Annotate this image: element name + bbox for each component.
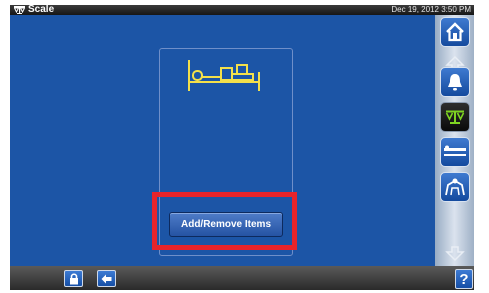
right-sidebar bbox=[435, 15, 474, 266]
datetime: Dec 19, 2012 3:50 PM bbox=[391, 5, 471, 14]
help-button[interactable]: ? bbox=[455, 269, 473, 289]
device-screen: Scale Dec 19, 2012 3:50 PM Add/Remove It… bbox=[10, 5, 474, 290]
app-title: Scale bbox=[14, 5, 54, 15]
lock-button[interactable] bbox=[64, 270, 83, 287]
lock-icon bbox=[69, 272, 78, 284]
home-icon bbox=[446, 22, 464, 42]
title-bar: Scale Dec 19, 2012 3:50 PM bbox=[10, 5, 474, 15]
patient-exit-icon bbox=[445, 178, 465, 196]
main-panel: Add/Remove Items bbox=[10, 15, 435, 266]
app-title-label: Scale bbox=[28, 5, 55, 15]
scroll-down-icon bbox=[445, 246, 465, 262]
scale-icon bbox=[14, 6, 25, 14]
scroll-down-button[interactable] bbox=[440, 244, 470, 264]
alarm-bell-icon bbox=[448, 74, 462, 91]
alarm-button[interactable] bbox=[440, 67, 470, 97]
back-arrow-icon bbox=[101, 274, 112, 283]
highlight-frame bbox=[152, 192, 297, 250]
scale-button[interactable] bbox=[440, 102, 470, 132]
patient-exit-button[interactable] bbox=[440, 172, 470, 202]
bed-flat-button[interactable] bbox=[440, 137, 470, 167]
bottom-bar: ? bbox=[10, 266, 474, 290]
home-button[interactable] bbox=[440, 17, 470, 47]
back-button[interactable] bbox=[97, 270, 116, 287]
bed-flat-icon bbox=[444, 145, 466, 156]
scale-icon bbox=[445, 110, 465, 124]
bed-items-icon bbox=[188, 60, 260, 91]
